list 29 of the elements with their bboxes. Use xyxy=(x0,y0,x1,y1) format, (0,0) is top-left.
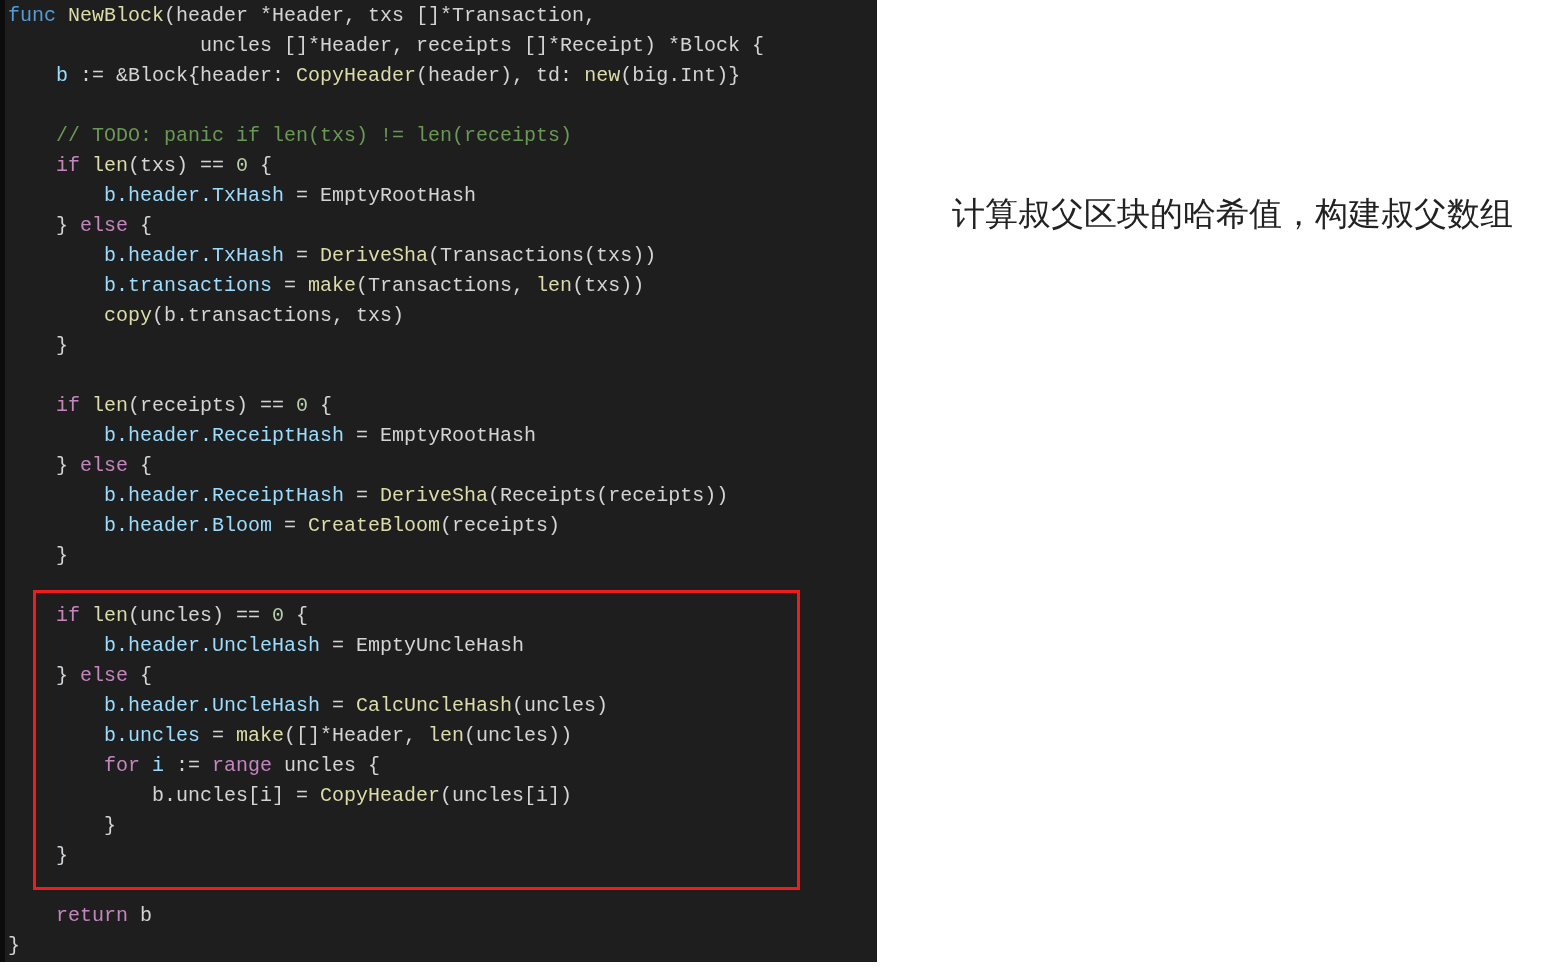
code-line: b.header.ReceiptHash = DeriveSha(Receipts(receipts)) xyxy=(103,483,729,509)
code-line: } xyxy=(55,333,68,359)
code-line: return b xyxy=(55,903,153,929)
code-line: if len(receipts) == 0 { xyxy=(55,393,333,419)
code-line: func NewBlock(header *Header, txs []*Transaction, xyxy=(8,3,597,29)
code-line: if len(txs) == 0 { xyxy=(55,153,273,179)
code-line: // TODO: panic if len(txs) != len(receipts) xyxy=(55,123,573,149)
code-line: } xyxy=(55,543,68,569)
code-line: b.header.Bloom = CreateBloom(receipts) xyxy=(103,513,561,539)
code-line: b.header.UncleHash = EmptyUncleHash xyxy=(103,633,525,659)
caption-text: 计算叔父区块的哈希值，构建叔父数组 xyxy=(952,195,1513,234)
code-line: b.header.TxHash = DeriveSha(Transactions(txs)) xyxy=(103,243,657,269)
code-line: b.header.TxHash = EmptyRootHash xyxy=(103,183,477,209)
code-line: uncles []*Header, receipts []*Receipt) *Block { xyxy=(199,33,765,59)
code-line: } else { xyxy=(55,663,153,689)
code-line: b.header.ReceiptHash = EmptyRootHash xyxy=(103,423,537,449)
code-line: for i := range uncles { xyxy=(103,753,381,779)
code-line: b.uncles[i] = CopyHeader(uncles[i]) xyxy=(151,783,573,809)
code-line: b.header.UncleHash = CalcUncleHash(uncles) xyxy=(103,693,609,719)
code-line: } xyxy=(8,933,20,959)
code-line: if len(uncles) == 0 { xyxy=(55,603,309,629)
code-line: copy(b.transactions, txs) xyxy=(103,303,405,329)
code-line: } else { xyxy=(55,453,153,479)
code-line: b.transactions = make(Transactions, len(txs)) xyxy=(103,273,645,299)
code-line: b.uncles = make([]*Header, len(uncles)) xyxy=(103,723,573,749)
code-line: b := &Block{header: CopyHeader(header), td: new(big.Int)} xyxy=(55,63,741,89)
code-line: } xyxy=(103,813,117,839)
code-line: } else { xyxy=(55,213,153,239)
code-line: } xyxy=(55,843,68,869)
